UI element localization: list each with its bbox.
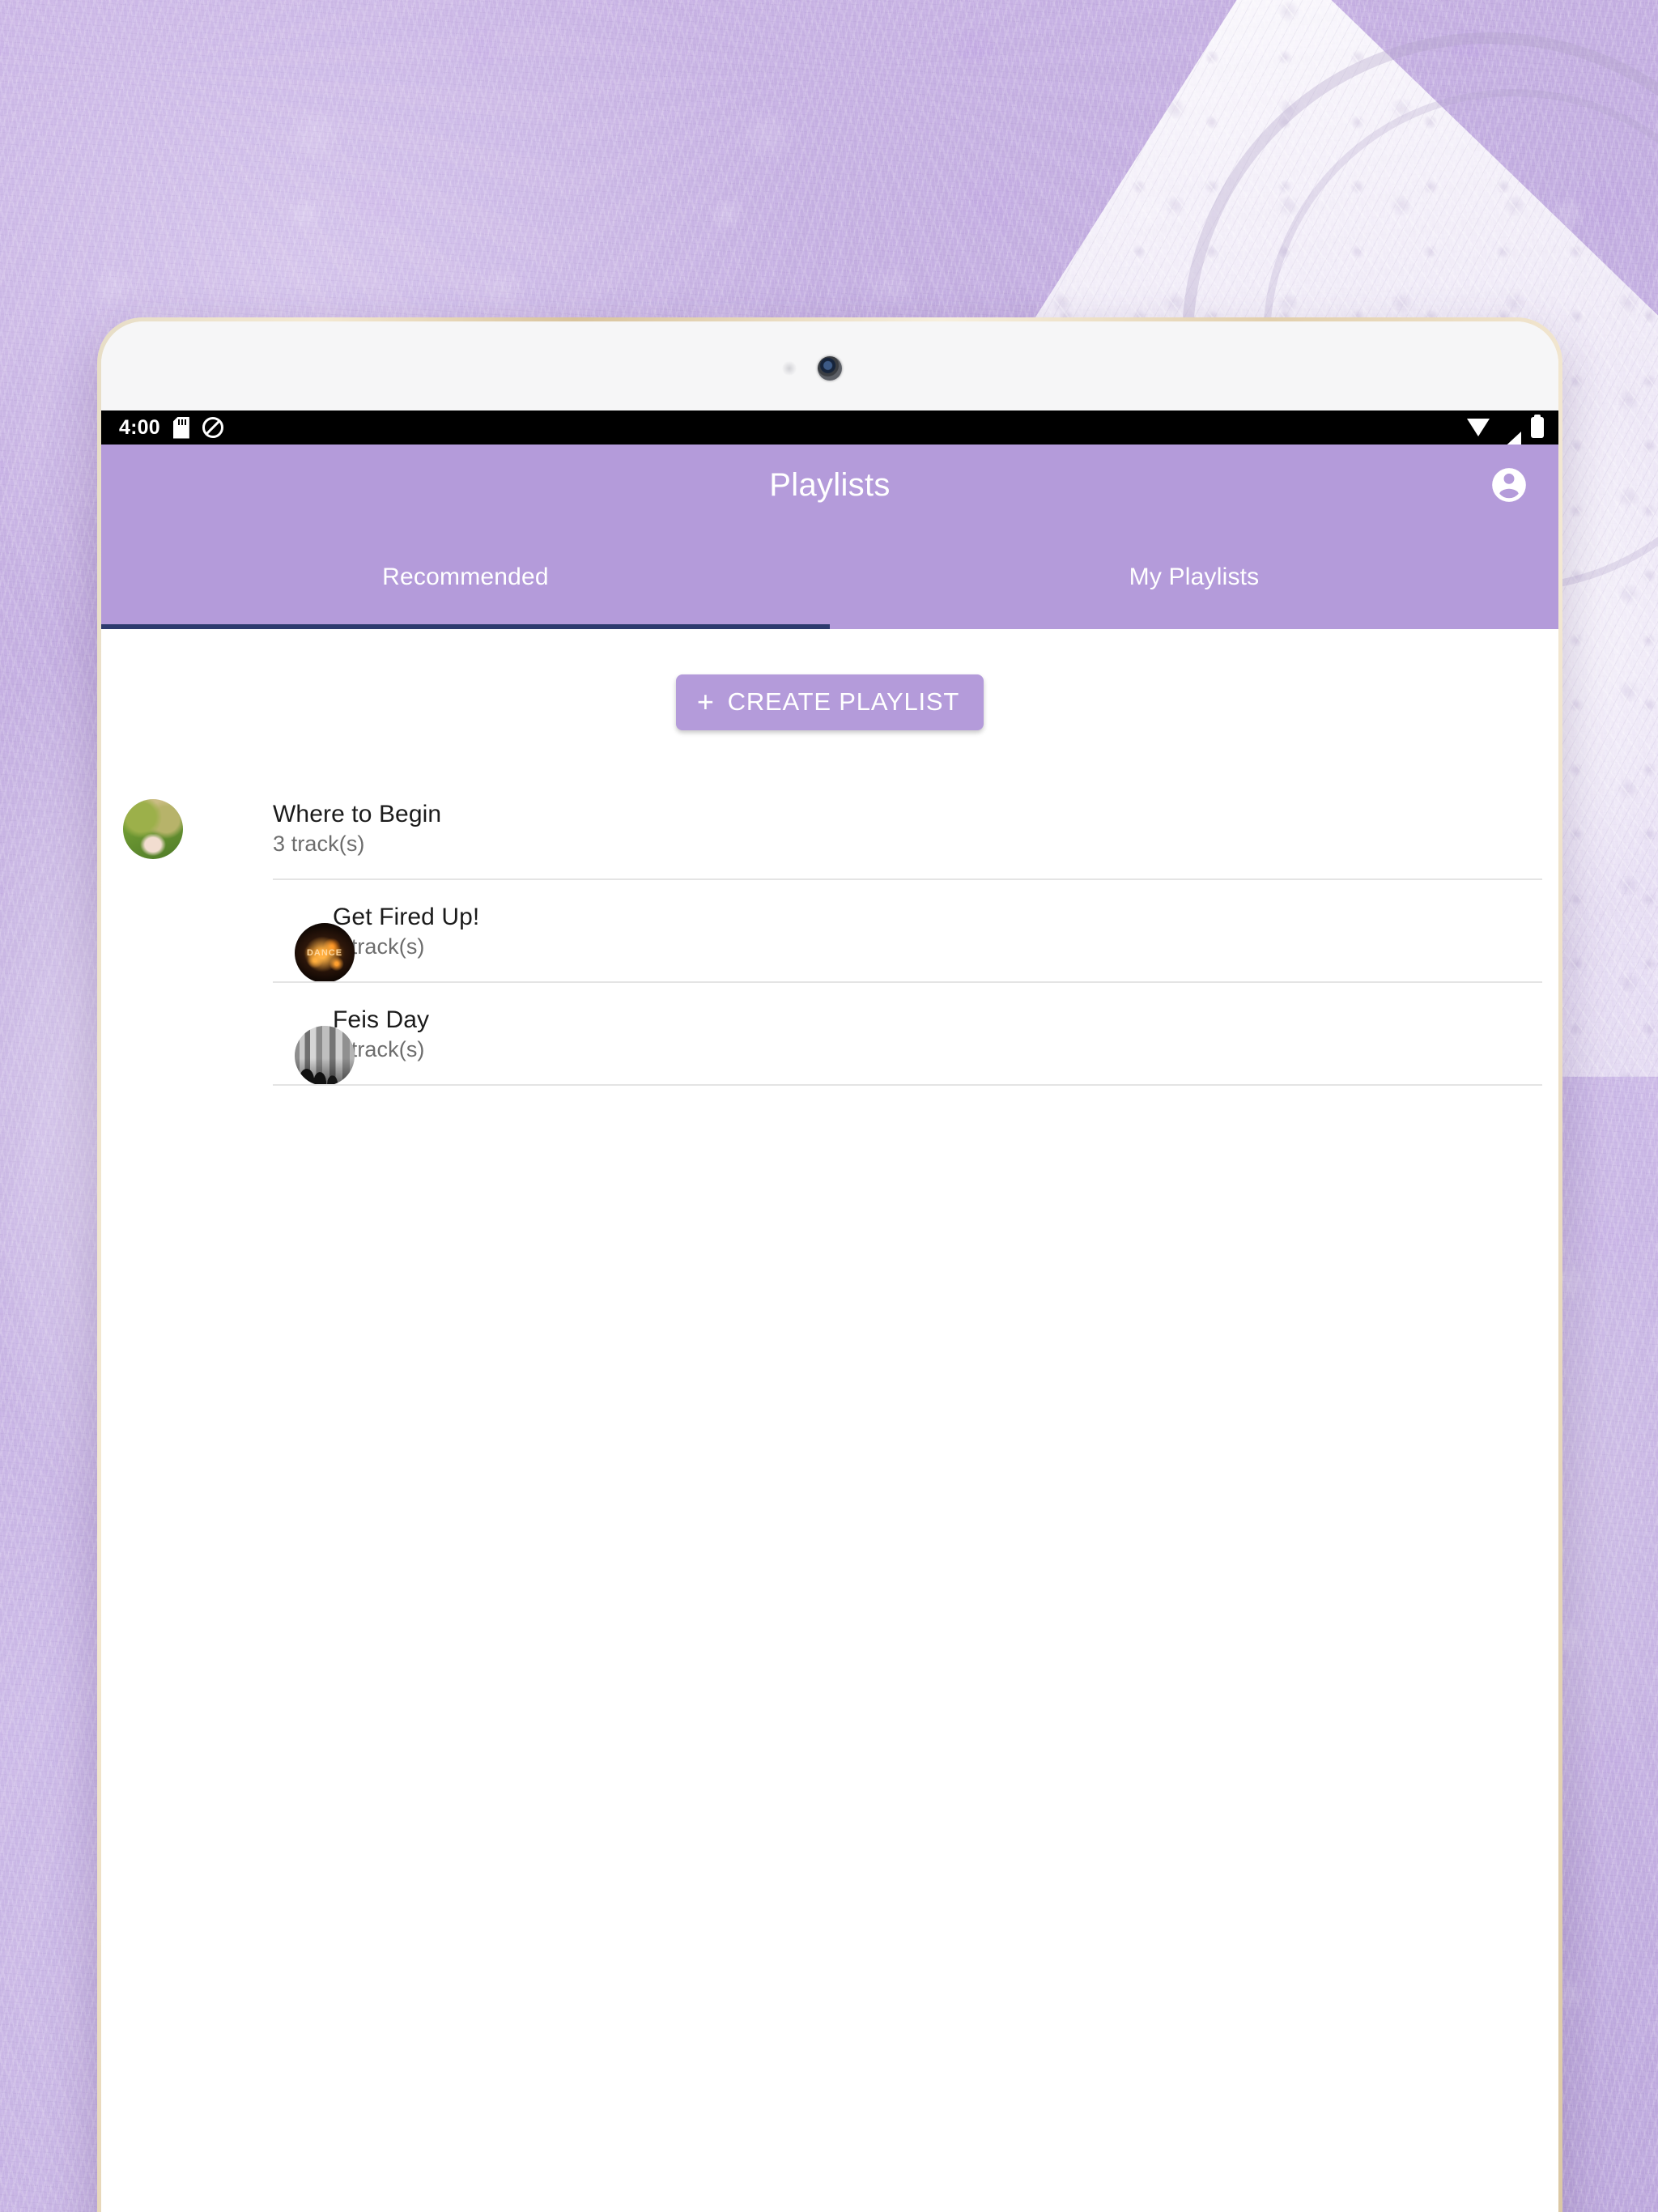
- status-bar-left: 4:00: [119, 416, 223, 440]
- tab-active-indicator: [101, 624, 830, 629]
- list-item[interactable]: Feis Day 3 track(s): [101, 983, 1558, 1086]
- android-screen: 4:00 Playlists Recommended My Playlists …: [101, 410, 1558, 2212]
- battery-icon: [1531, 417, 1544, 438]
- playlist-title: Get Fired Up!: [333, 904, 480, 930]
- playlist-title: Feis Day: [333, 1006, 430, 1033]
- create-playlist-label: CREATE PLAYLIST: [727, 687, 960, 716]
- screenshot-stage: 4:00 Playlists Recommended My Playlists …: [0, 0, 1658, 2212]
- cell-signal-icon: [1500, 418, 1521, 451]
- sd-card-icon: [173, 417, 189, 439]
- tablet-device-frame: 4:00 Playlists Recommended My Playlists …: [97, 317, 1562, 2212]
- tablet-screen-glass: 4:00 Playlists Recommended My Playlists …: [101, 321, 1558, 2212]
- status-bar: 4:00: [101, 410, 1558, 451]
- playlist-thumbnail: [295, 1026, 355, 1086]
- tab-recommended[interactable]: Recommended: [101, 525, 830, 629]
- list-item[interactable]: Where to Begin 3 track(s): [101, 777, 1558, 880]
- proximity-sensor-icon: [782, 361, 797, 376]
- create-playlist-button[interactable]: + CREATE PLAYLIST: [675, 674, 984, 730]
- do-not-disturb-icon: [202, 417, 223, 438]
- playlist-thumbnail: [123, 798, 183, 859]
- playlist-text: Where to Begin 3 track(s): [273, 801, 441, 857]
- account-circle-icon[interactable]: [1489, 465, 1529, 505]
- content-area: + CREATE PLAYLIST Where to Begin 3 track…: [101, 629, 1558, 2212]
- status-bar-right: [1467, 417, 1544, 451]
- playlist-title: Where to Begin: [273, 801, 442, 827]
- create-playlist-row: + CREATE PLAYLIST: [101, 629, 1558, 730]
- page-title: Playlists: [769, 466, 891, 503]
- playlist-track-count: 4 track(s): [333, 934, 425, 959]
- list-divider: [273, 1084, 1542, 1086]
- list-item[interactable]: Get Fired Up! 4 track(s): [101, 880, 1558, 983]
- status-bar-clock: 4:00: [119, 415, 160, 439]
- front-camera-icon: [818, 356, 842, 381]
- tab-bar: Recommended My Playlists: [101, 525, 1558, 629]
- playlist-list: Where to Begin 3 track(s) Get Fired Up! …: [101, 777, 1558, 1086]
- tab-my-playlists[interactable]: My Playlists: [830, 525, 1558, 629]
- playlist-thumbnail: [295, 923, 355, 983]
- wifi-icon: [1467, 419, 1490, 436]
- plus-icon: +: [696, 685, 715, 718]
- playlist-track-count: 3 track(s): [273, 832, 365, 856]
- playlist-text: Get Fired Up! 4 track(s): [333, 904, 479, 959]
- tablet-top-bezel: [101, 321, 1558, 410]
- app-bar: Playlists: [101, 445, 1558, 525]
